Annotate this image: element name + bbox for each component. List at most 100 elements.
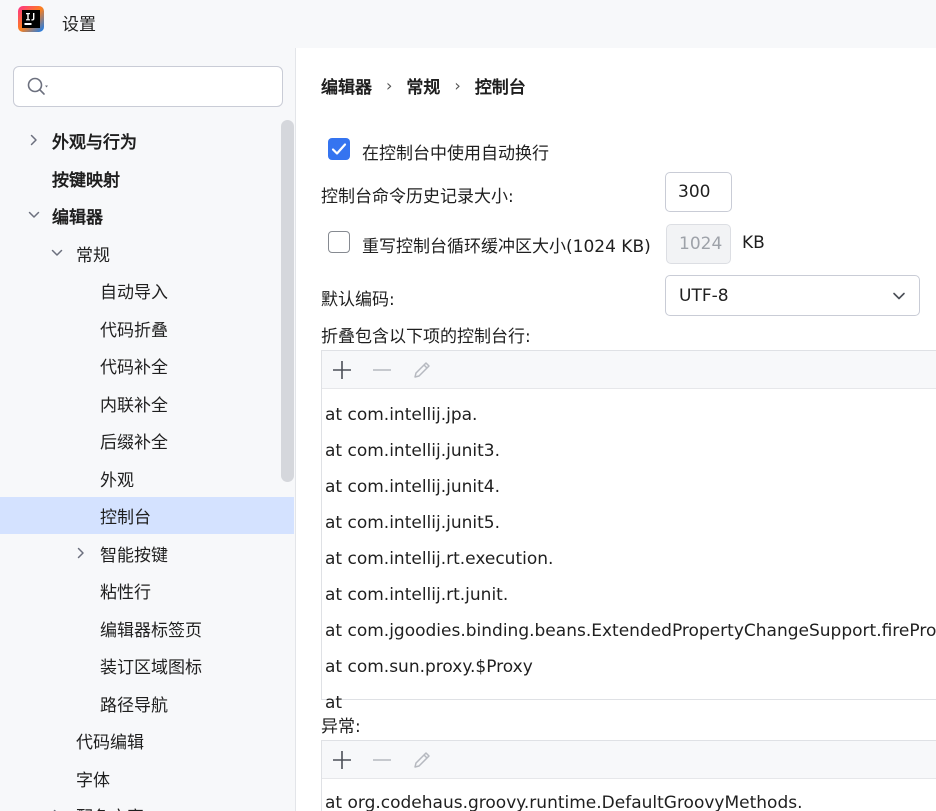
window-title: 设置 [62,15,96,35]
title-bar: 设置 [0,0,936,48]
buffer-unit-label: KB [742,233,765,253]
remove-button[interactable] [370,358,394,382]
list-item[interactable]: at [322,685,936,721]
chevron-down-icon[interactable] [27,208,41,222]
sidebar-item[interactable]: 后缀补全 [0,422,294,459]
breadcrumb-item-editor[interactable]: 编辑器 [321,73,372,98]
sidebar-item-label: 配色方案 [76,803,144,811]
sidebar-item[interactable]: 粘性行 [0,572,294,609]
sidebar-item-label: 常规 [76,245,110,266]
sidebar-item[interactable]: 外观与行为 [0,122,294,159]
checkmark-icon [331,143,347,155]
list-item[interactable]: at com.sun.proxy.$Proxy [322,649,936,685]
sidebar-item[interactable]: 编辑器标签页 [0,610,294,647]
sidebar-item[interactable]: 控制台 [0,497,294,534]
history-size-input[interactable]: 300 [665,172,732,212]
sidebar-item-label: 代码折叠 [100,320,168,341]
settings-search-input[interactable] [13,66,283,107]
chevron-right-icon[interactable] [74,546,88,560]
history-size-value: 300 [678,182,711,202]
exceptions-label: 异常: [321,717,361,737]
fold-lines-label: 折叠包含以下项的控制台行: [321,327,531,347]
encoding-select[interactable]: UTF-8 [665,275,920,316]
sidebar-item-label: 编辑器 [52,208,103,228]
sidebar-item-label: 代码编辑 [76,733,144,753]
add-button[interactable] [330,748,354,772]
fold-lines-list: at com.intellij.jpa. at com.intellij.juni… [322,389,936,721]
list-item[interactable]: at com.intellij.junit5. [322,505,936,541]
breadcrumb-separator: › [386,75,393,95]
encoding-value: UTF-8 [679,285,729,306]
list-item[interactable]: at com.intellij.jpa. [322,397,936,433]
sidebar-item[interactable]: 字体 [0,760,294,797]
chevron-down-icon [893,292,905,300]
pencil-icon [414,751,430,768]
list-item[interactable]: at com.intellij.rt.junit. [322,577,936,613]
default-encoding-label: 默认编码: [321,290,395,310]
soft-wrap-label: 在控制台中使用自动换行 [362,144,549,164]
pencil-icon [414,361,430,378]
breadcrumb-item-console: 控制台 [474,77,526,98]
sidebar-item[interactable]: 配色方案 [0,797,294,811]
sidebar-item[interactable]: 代码编辑 [0,722,294,759]
sidebar-item-label: 后缀补全 [100,433,168,453]
exceptions-list: at org.codehaus.groovy.runtime.DefaultGr… [322,779,936,811]
sidebar-item-label: 字体 [76,770,110,791]
minus-icon [373,758,391,761]
chevron-right-icon[interactable] [27,133,41,147]
sidebar-item-label: 代码补全 [100,358,168,378]
sidebar-item-label: 编辑器标签页 [100,620,202,641]
chevron-down-icon[interactable] [50,246,64,260]
console-settings-panel: 编辑器 › 常规 › 控制台 在控制台中使用自动换行 控制台命令历史记录大小: … [296,48,936,811]
sidebar-item-label: 路径导航 [100,695,168,716]
sidebar-item[interactable]: 按键映射 [0,160,294,197]
sidebar-item[interactable]: 自动导入 [0,272,294,309]
sidebar-item[interactable]: 编辑器 [0,197,294,234]
sidebar-item[interactable]: 智能按键 [0,535,294,572]
add-button[interactable] [330,358,354,382]
sidebar-item[interactable]: 装订区域图标 [0,647,294,684]
sidebar-item-label: 智能按键 [100,545,168,566]
override-buffer-checkbox[interactable] [328,231,350,253]
list-item[interactable]: at com.intellij.junit3. [322,433,936,469]
sidebar-item-label: 外观与行为 [52,133,137,153]
plus-icon [333,750,351,769]
edit-button[interactable] [410,748,434,772]
sidebar-item-label: 控制台 [100,508,151,528]
exceptions-panel: at org.codehaus.groovy.runtime.DefaultGr… [321,740,936,811]
minus-icon [373,368,391,371]
breadcrumb-separator: › [454,75,461,95]
settings-sidebar: 外观与行为按键映射编辑器常规自动导入代码折叠代码补全内联补全后缀补全外观控制台智… [0,48,296,811]
list-item[interactable]: at com.jgoodies.binding.beans.ExtendedPr… [322,613,936,649]
sidebar-item[interactable]: 路径导航 [0,685,294,722]
sidebar-item[interactable]: 内联补全 [0,385,294,422]
list-item[interactable]: at com.intellij.rt.execution. [322,541,936,577]
override-buffer-label: 重写控制台循环缓冲区大小(1024 KB) [362,237,651,257]
sidebar-item-label: 外观 [100,470,134,491]
search-icon [27,77,48,95]
history-size-label: 控制台命令历史记录大小: [321,187,514,207]
sidebar-item-label: 内联补全 [100,395,168,416]
list-item[interactable]: at com.intellij.junit4. [322,469,936,505]
sidebar-item[interactable]: 常规 [0,235,294,272]
soft-wrap-checkbox[interactable] [328,138,350,160]
plus-icon [333,360,351,379]
sidebar-item-label: 装订区域图标 [100,658,202,678]
sidebar-item-label: 自动导入 [100,283,168,303]
sidebar-item[interactable]: 代码补全 [0,347,294,384]
sidebar-item[interactable]: 外观 [0,460,294,497]
remove-button[interactable] [370,748,394,772]
fold-lines-panel: at com.intellij.jpa. at com.intellij.juni… [321,350,936,713]
exceptions-toolbar [322,741,936,779]
sidebar-item[interactable]: 代码折叠 [0,310,294,347]
buffer-size-value: 1024 [679,234,723,254]
list-item[interactable]: at org.codehaus.groovy.runtime.DefaultGr… [322,785,936,811]
breadcrumb: 编辑器 › 常规 › 控制台 [321,73,526,98]
edit-button[interactable] [410,358,434,382]
sidebar-item-label: 粘性行 [100,583,151,603]
breadcrumb-item-general[interactable]: 常规 [406,73,440,98]
fold-lines-toolbar [322,351,936,389]
sidebar-item-label: 按键映射 [52,170,120,191]
buffer-size-input[interactable]: 1024 [666,224,731,264]
app-logo-icon [18,6,44,32]
